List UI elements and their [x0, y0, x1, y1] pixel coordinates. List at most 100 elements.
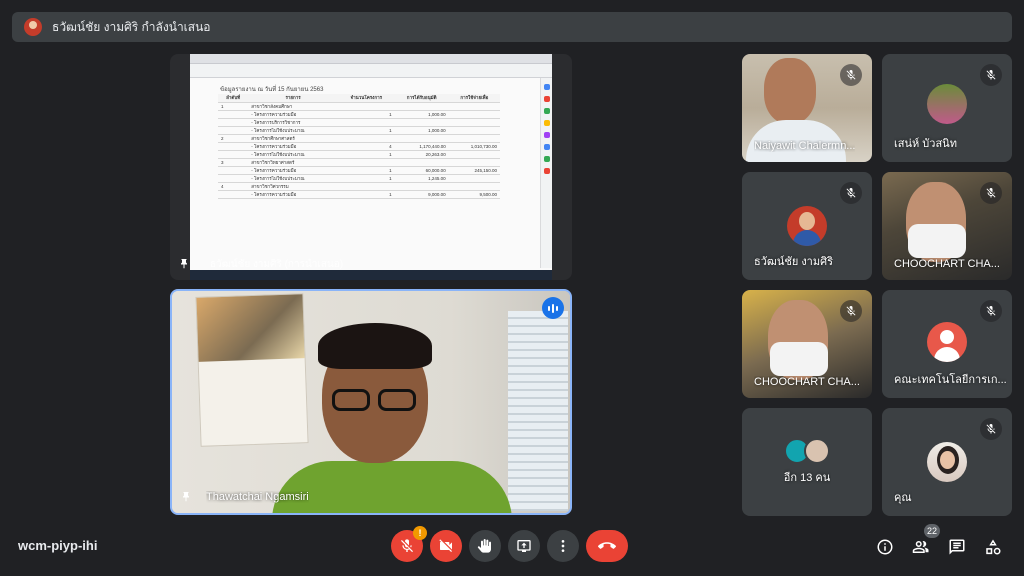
camera-off-icon	[439, 539, 452, 552]
present-now-button[interactable]	[508, 530, 540, 562]
muted-mic-icon	[840, 64, 862, 86]
table-cell: - โครงการไม่ใช้งบประมาณ	[248, 174, 338, 183]
participant-avatar	[804, 438, 830, 464]
activities-button[interactable]	[982, 536, 1004, 558]
table-cell	[337, 134, 395, 143]
present-screen-icon	[517, 540, 531, 552]
hand-icon	[477, 539, 491, 553]
speaker-glasses	[330, 389, 420, 413]
participant-avatar	[927, 321, 967, 362]
muted-mic-icon	[980, 182, 1002, 204]
mic-toggle-button[interactable]: !	[391, 526, 427, 562]
table-cell	[448, 110, 500, 119]
muted-mic-icon	[980, 300, 1002, 322]
side-tool-icon	[543, 120, 550, 126]
table-cell: - โครงการความร่วมมือ	[248, 166, 338, 175]
presenter-banner[interactable]: ธวัฒน์ชัย งามศิริ กำลังนำเสนอ	[12, 12, 1012, 42]
share-label: ธวัฒน์ชัย งามศิริ (การนำเสนอ)	[210, 259, 344, 270]
side-tool-icon	[543, 96, 550, 102]
participant-tile[interactable]: CHOOCHART CHA...	[742, 290, 872, 398]
participant-name: คณะเทคโนโลยีการเก...	[894, 374, 1007, 386]
table-cell: - โครงการความร่วมมือ	[248, 190, 338, 199]
side-tool-icon	[543, 144, 550, 150]
self-tile[interactable]: คุณ	[882, 408, 1012, 516]
table-cell	[448, 134, 500, 143]
chat-button[interactable]	[946, 536, 968, 558]
others-count: อีก 13 คน	[783, 472, 831, 484]
presenter-avatar	[24, 18, 42, 36]
table-cell	[448, 182, 500, 191]
leave-call-button[interactable]	[586, 530, 628, 562]
participant-avatar	[787, 206, 827, 246]
pin-icon[interactable]	[180, 491, 192, 503]
raise-hand-button[interactable]	[469, 530, 501, 562]
muted-mic-icon	[980, 418, 1002, 440]
speaker-shirt	[272, 461, 512, 513]
participant-tile[interactable]: คณะเทคโนโลยีการเก...	[882, 290, 1012, 398]
muted-mic-icon	[980, 64, 1002, 86]
wall-calendar	[195, 293, 309, 447]
table-cell: สาขาวิชาศึกษาศาสตร์	[248, 134, 338, 143]
table-header: รายการ	[248, 94, 338, 103]
presenter-banner-text: ธวัฒน์ชัย งามศิริ กำลังนำเสนอ	[52, 19, 211, 34]
table-row: - โครงการความร่วมมือ 1 9,000.00 9,500.00	[218, 190, 500, 199]
table-cell	[218, 190, 249, 199]
table-cell	[218, 126, 249, 135]
side-tool-icon	[543, 108, 550, 114]
others-tile[interactable]: อีก 13 คน	[742, 408, 872, 516]
table-row: - โครงการความร่วมมือ 1 1,000.00	[218, 110, 500, 119]
table-cell	[337, 118, 395, 127]
table-cell: - โครงการความร่วมมือ	[248, 142, 338, 151]
table-cell	[218, 166, 249, 175]
table-cell	[448, 102, 500, 111]
table-cell: 1	[337, 166, 395, 175]
table-cell: 1,010,730.00	[448, 142, 500, 151]
info-button[interactable]	[874, 536, 896, 558]
screen-share-tile[interactable]: ข้อมูลรายงาน ณ วันที่ 15 กันยายน 2563 ลำ…	[170, 54, 572, 280]
face-mask	[770, 342, 828, 376]
table-cell	[218, 174, 249, 183]
table-cell: 1	[337, 110, 395, 119]
table-cell: - โครงการบริการวิชาการ	[248, 118, 338, 127]
table-cell	[394, 158, 449, 167]
document-table: ลำดับที่ รายการ จำนวนโครงการ การได้รับอน…	[218, 94, 500, 199]
participant-tile[interactable]: CHOOCHART CHA...	[882, 172, 1012, 280]
main-speaker-tile[interactable]: Thawatchai Ngamsiri	[170, 289, 572, 515]
pin-icon[interactable]	[178, 258, 190, 270]
participant-name: Naiyawit Chalermn...	[754, 140, 856, 152]
table-cell: - โครงการไม่ใช้งบประมาณ	[248, 150, 338, 159]
table-cell	[448, 174, 500, 183]
table-header: การใช้จ่ายเพื่อ	[448, 94, 500, 103]
participant-name: ธวัฒน์ชัย งามศิริ	[754, 256, 834, 268]
document-titlebar	[190, 54, 552, 64]
table-cell: 4	[218, 182, 249, 191]
document-heading: ข้อมูลรายงาน ณ วันที่ 15 กันยายน 2563	[220, 87, 324, 93]
participant-tile[interactable]: Naiyawit Chalermn...	[742, 54, 872, 162]
participant-avatar	[927, 83, 967, 124]
participant-tile[interactable]: เสน่ห์ บัวสนิท	[882, 54, 1012, 162]
table-cell: 1	[337, 174, 395, 183]
camera-toggle-button[interactable]	[430, 530, 462, 562]
table-cell	[448, 158, 500, 167]
table-cell	[337, 158, 395, 167]
self-avatar	[927, 442, 967, 482]
table-cell	[394, 182, 449, 191]
table-cell: 1	[337, 150, 395, 159]
table-cell: สาขาวิชาสังคมศึกษา	[248, 102, 338, 111]
table-cell: 1,170,440.00	[394, 142, 449, 151]
people-button[interactable]: 22	[910, 524, 940, 558]
muted-mic-icon	[840, 182, 862, 204]
table-cell: 9,000.00	[394, 190, 449, 199]
table-row: - โครงการไม่ใช้งบประมาณ 1 1,245.00	[218, 174, 500, 183]
table-cell: 4	[337, 142, 395, 151]
participant-tile[interactable]: ธวัฒน์ชัย งามศิริ	[742, 172, 872, 280]
table-cell: 20,263.00	[394, 150, 449, 159]
document-table-body: 1 สาขาวิชาสังคมศึกษา - โครงการความร่วมมือ 1…	[218, 102, 500, 199]
table-cell	[218, 150, 249, 159]
table-row: 4 สาขาวิชาวิศวกรรม	[218, 182, 500, 191]
participant-name: CHOOCHART CHA...	[894, 258, 1000, 270]
more-options-button[interactable]	[547, 530, 579, 562]
participant-name: CHOOCHART CHA...	[754, 376, 860, 388]
table-cell: 1	[337, 190, 395, 199]
table-header: การได้รับอนุมัติ	[394, 94, 449, 103]
